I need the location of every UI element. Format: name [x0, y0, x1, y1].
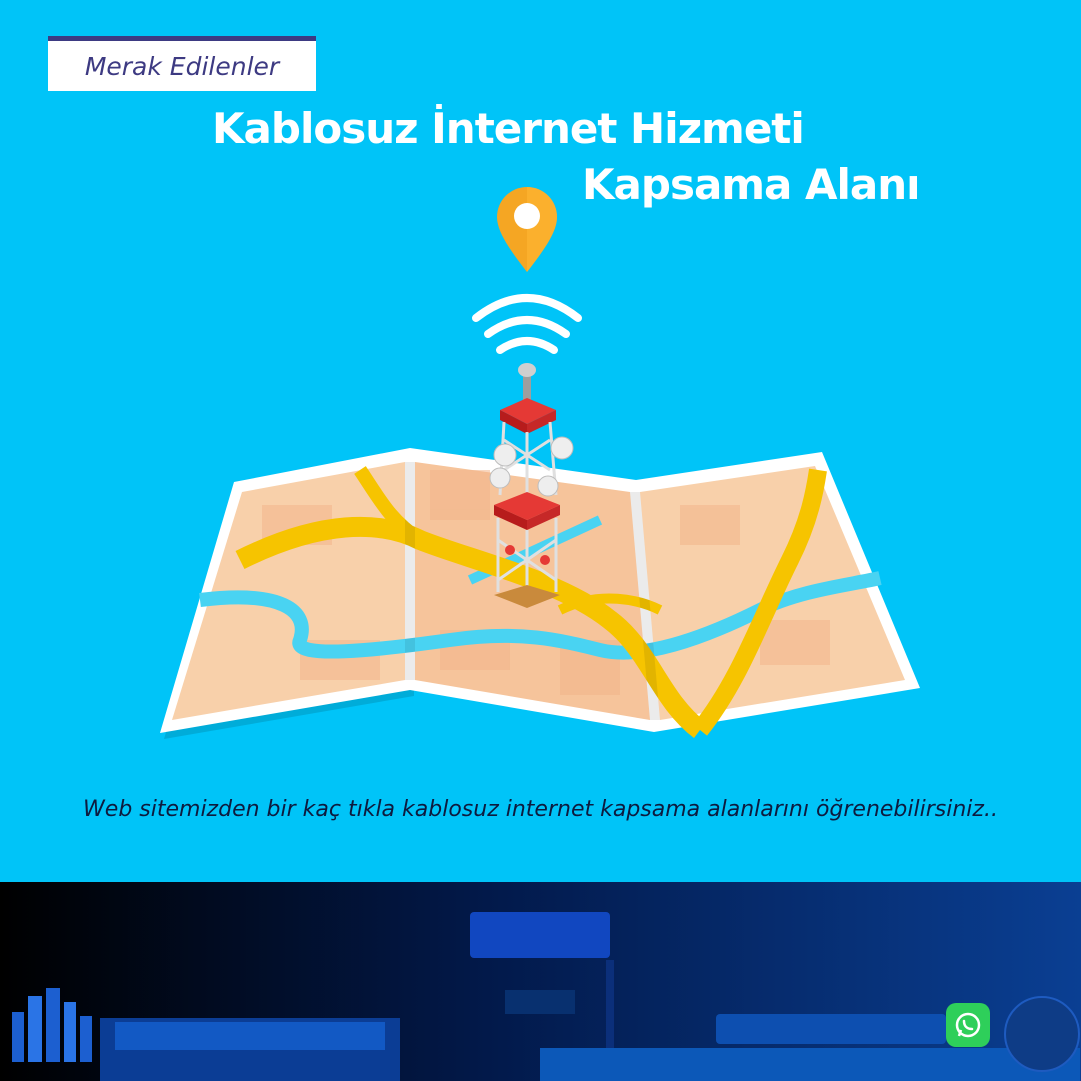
wifi-signal-icon [472, 294, 582, 354]
location-pin-icon [497, 187, 557, 272]
whatsapp-icon[interactable] [946, 1003, 990, 1047]
company-logo-icon [1004, 996, 1080, 1072]
footer-bottom-bar [540, 1048, 1080, 1081]
footer-logo-block [470, 912, 610, 958]
footer-left-text-block [115, 1022, 385, 1050]
coverage-illustration [160, 187, 920, 739]
city-skyline-icon [12, 988, 92, 1062]
footer-banner [0, 882, 1081, 1081]
footer-small-block [505, 990, 575, 1014]
caption-text: Web sitemizden bir kaç tıkla kablosuz in… [83, 797, 998, 822]
footer-phone-block [716, 1014, 946, 1044]
